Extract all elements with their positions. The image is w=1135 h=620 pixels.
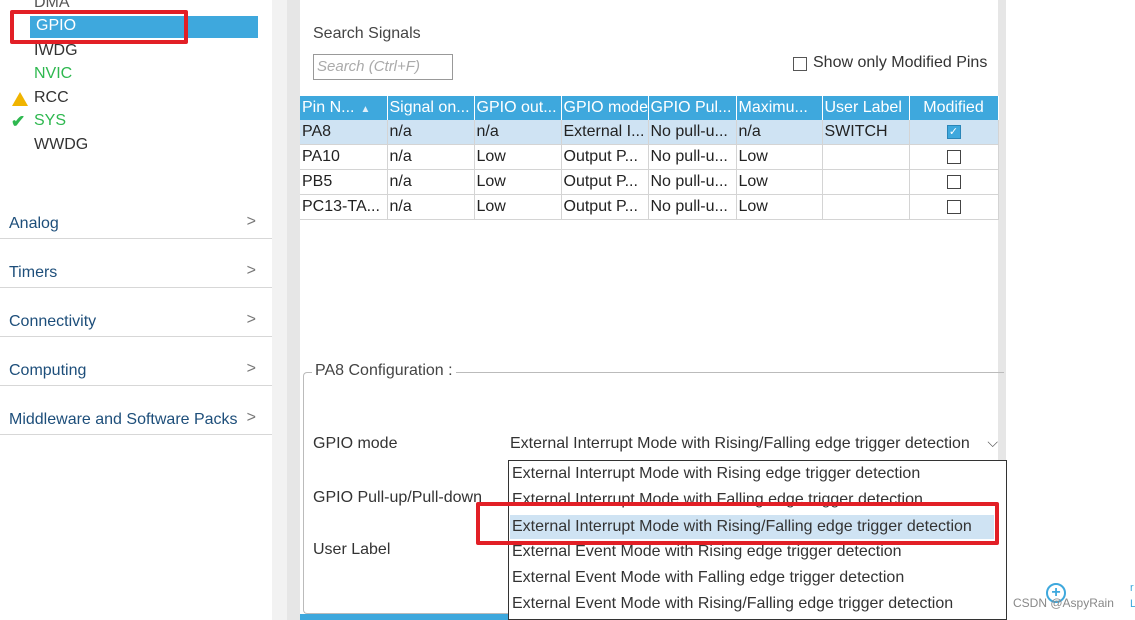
table-row[interactable]: PC13-TA... n/a Low Output P... No pull-u… [300,194,999,220]
column-header-gpio-mode[interactable]: GPIO mode [561,96,649,120]
table-cell: n/a [387,194,475,220]
table-cell [822,169,910,195]
dropdown-option[interactable]: External Event Mode with Rising/Falling … [512,595,953,613]
sidebar: DMA GPIO IWDG NVIC RCC ✔ SYS WWDG Analog… [0,0,272,620]
splitter[interactable] [272,0,287,620]
table-cell [822,144,910,170]
table-cell: Output P... [561,169,649,195]
category-label: Computing [9,362,87,379]
search-input[interactable] [314,55,452,77]
warning-icon [12,92,28,106]
chevron-right-icon: > [246,262,256,279]
column-header-gpio-pull[interactable]: GPIO Pul... [648,96,737,120]
user-label-label: User Label [313,541,391,558]
modified-cell: ✓ [909,120,999,145]
table-cell: No pull-u... [648,120,737,145]
table-cell: n/a [387,169,475,195]
table-cell: Low [474,169,562,195]
table-cell: PB5 [300,169,388,195]
show-modified-label: Show only Modified Pins [813,54,988,71]
category-label: Timers [9,264,58,281]
table-cell: Low [736,169,823,195]
table-cell: n/a [474,120,562,145]
category-label: Middleware and Software Packs [9,411,238,428]
sidebar-item-iwdg[interactable]: IWDG [34,42,78,60]
column-header-signal[interactable]: Signal on... [387,96,475,120]
column-header-user-label[interactable]: User Label [822,96,910,120]
table-cell: Low [474,194,562,220]
chevron-right-icon: > [246,213,256,230]
table-cell: Output P... [561,144,649,170]
edge-glyph: r [1130,582,1134,594]
table-header-row: Pin N... ▲ Signal on... GPIO out... GPIO … [300,96,999,120]
category-computing[interactable]: Computing > [0,337,272,386]
modified-cell [909,144,999,170]
gpio-mode-label: GPIO mode [313,435,398,452]
category-label: Connectivity [9,313,97,330]
show-modified-checkbox[interactable] [793,57,807,71]
sidebar-item-sys[interactable]: SYS [34,112,66,130]
edge-glyph: L [1130,598,1135,610]
modified-checkbox[interactable] [946,199,961,214]
table-cell: Low [736,144,823,170]
table-cell: Output P... [561,194,649,220]
modified-checkbox[interactable]: ✓ [946,124,961,139]
panel-frame-left [287,0,300,620]
table-cell: SWITCH [822,120,910,145]
table-cell: External I... [561,120,649,145]
signals-table: Pin N... ▲ Signal on... GPIO out... GPIO … [300,96,999,220]
gpio-pull-label: GPIO Pull-up/Pull-down [313,489,482,506]
configuration-title: PA8 Configuration : [312,362,456,380]
column-header-gpio-output[interactable]: GPIO out... [474,96,562,120]
sort-ascending-icon: ▲ [360,104,371,115]
chevron-down-icon: ⌵ [987,434,998,450]
category-timers[interactable]: Timers > [0,239,272,288]
table-row[interactable]: PB5 n/a Low Output P... No pull-u... Low [300,169,999,195]
table-cell: Low [736,194,823,220]
dropdown-option[interactable]: External Interrupt Mode with Rising edge… [512,465,920,483]
modified-checkbox[interactable] [946,174,961,189]
category-connectivity[interactable]: Connectivity > [0,288,272,337]
table-cell [822,194,910,220]
table-cell: No pull-u... [648,169,737,195]
category-analog[interactable]: Analog > [0,190,272,239]
column-header-maximum[interactable]: Maximu... [736,96,823,120]
sidebar-item-wwdg[interactable]: WWDG [34,136,88,154]
table-cell: n/a [736,120,823,145]
sidebar-item-rcc[interactable]: RCC [34,89,69,107]
checkmark-icon: ✔ [11,112,26,131]
red-highlight-box [476,502,999,545]
chevron-right-icon: > [246,360,256,377]
table-cell: n/a [387,120,475,145]
dropdown-option[interactable]: External Event Mode with Rising edge tri… [512,543,902,561]
sidebar-item-nvic[interactable]: NVIC [34,65,72,83]
gpio-mode-select[interactable]: External Interrupt Mode with Rising/Fall… [508,432,998,456]
table-cell: PA8 [300,120,388,145]
dropdown-option[interactable]: External Event Mode with Falling edge tr… [512,569,904,587]
search-signals-title: Search Signals [313,25,421,42]
table-cell: PA10 [300,144,388,170]
watermark: CSDN @AspyRain [1013,596,1114,610]
modified-cell [909,169,999,195]
category-label: Analog [9,215,59,232]
chevron-right-icon: > [246,409,256,426]
column-header-label: Pin N... [302,99,355,116]
chevron-right-icon: > [246,311,256,328]
table-row[interactable]: PA10 n/a Low Output P... No pull-u... Lo… [300,144,999,170]
gpio-mode-value: External Interrupt Mode with Rising/Fall… [510,435,970,452]
modified-cell [909,194,999,220]
table-row[interactable]: PA8 n/a n/a External I... No pull-u... n… [300,120,999,145]
column-header-modified[interactable]: Modified [909,96,999,120]
table-cell: n/a [387,144,475,170]
table-cell: Low [474,144,562,170]
modified-checkbox[interactable] [946,149,961,164]
search-field[interactable] [313,54,453,80]
column-header-pin[interactable]: Pin N... ▲ [300,96,388,120]
red-highlight-box [10,10,188,44]
table-cell: PC13-TA... [300,194,388,220]
category-middleware[interactable]: Middleware and Software Packs > [0,386,272,435]
table-cell: No pull-u... [648,194,737,220]
table-cell: No pull-u... [648,144,737,170]
